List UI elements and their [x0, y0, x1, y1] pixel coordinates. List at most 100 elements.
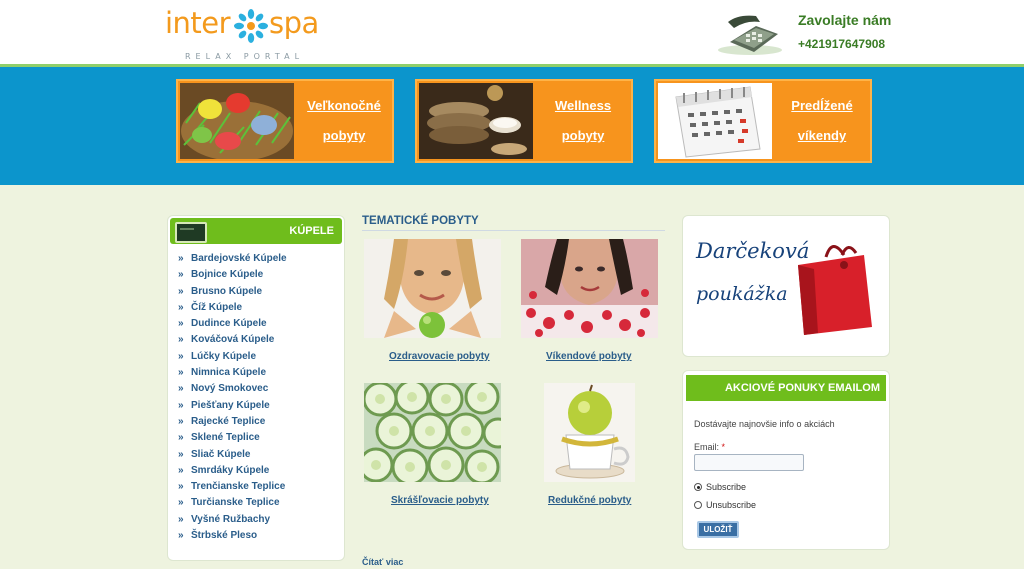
bullet-icon: » — [178, 383, 184, 395]
unsubscribe-option[interactable]: Unsubscribe — [694, 500, 756, 510]
spa-link-strbske-pleso[interactable]: » Štrbské Pleso — [178, 530, 338, 546]
promo-wellness-stays[interactable]: Wellness pobyty — [415, 79, 633, 163]
cucumber-slices-photo[interactable] — [364, 383, 501, 482]
spa-link-label: Nový Smokovec — [191, 383, 269, 395]
spa-link-vysne-ruzbachy[interactable]: » Vyšné Ružbachy — [178, 514, 338, 530]
thematic-stays-title: TEMATICKÉ POBYTY — [362, 215, 479, 227]
promo-easter-line2: pobyty — [322, 128, 366, 143]
spa-link-label: Trenčianske Teplice — [191, 481, 286, 493]
bullet-icon: » — [178, 269, 184, 281]
newsletter-info: Dostávajte najnovšie info o akciách — [694, 419, 835, 429]
logo-text-spa: spa — [269, 6, 319, 40]
spa-link-dudince[interactable]: » Dudince Kúpele — [178, 318, 338, 334]
promo-easter-stays[interactable]: Veľkonočné pobyty — [176, 79, 394, 163]
spa-link-label: Piešťany Kúpele — [191, 399, 270, 411]
newsletter-header: AKCIOVÉ PONUKY EMAILOM — [686, 375, 886, 401]
calendar-icon — [658, 83, 772, 159]
bullet-icon: » — [178, 448, 184, 460]
bullet-icon: » — [178, 530, 184, 542]
promo-easter-label[interactable]: Veľkonočné pobyty — [296, 81, 392, 161]
spa-link-label: Sklené Teplice — [191, 432, 260, 444]
bullet-icon: » — [178, 513, 184, 525]
subscribe-option[interactable]: Subscribe — [694, 482, 746, 492]
flower-icon — [234, 9, 268, 43]
chalkboard-icon — [175, 222, 207, 243]
email-label-text: Email: — [694, 442, 720, 452]
spa-link-nimnica[interactable]: » Nimnica Kúpele — [178, 367, 338, 383]
bullet-icon: » — [178, 432, 184, 444]
wellness-towels-icon — [419, 83, 533, 159]
gift-voucher-banner[interactable]: Darčeková poukážka — [694, 235, 878, 337]
spa-link-trencianske-teplice[interactable]: » Trenčianske Teplice — [178, 481, 338, 497]
bullet-icon: » — [178, 253, 184, 264]
spa-link-label: Kováčová Kúpele — [191, 334, 275, 346]
logo-text-inter: inter — [165, 6, 231, 40]
spa-link-label: Štrbské Pleso — [191, 530, 258, 542]
save-button[interactable]: ULOŽIŤ — [697, 521, 739, 538]
bullet-icon: » — [178, 334, 184, 346]
spa-link-bardejov[interactable]: » Bardejovské Kúpele — [178, 253, 338, 269]
weight-loss-stays-link[interactable]: Redukčné pobyty — [548, 495, 631, 506]
easter-eggs-icon — [180, 83, 294, 159]
promo-weekends-label[interactable]: Predĺžené víkendy — [774, 81, 870, 161]
spa-link-label: Lúčky Kúpele — [191, 350, 257, 362]
bullet-icon: » — [178, 318, 184, 330]
spa-link-smrdaky[interactable]: » Smrdáky Kúpele — [178, 465, 338, 481]
spa-link-novy-smokovec[interactable]: » Nový Smokovec — [178, 383, 338, 399]
spa-link-label: Dudince Kúpele — [191, 318, 267, 330]
email-field[interactable] — [694, 454, 804, 471]
beauty-stays-link[interactable]: Skrášľovacie pobyty — [391, 495, 489, 506]
spa-link-brusno[interactable]: » Brusno Kúpele — [178, 286, 338, 302]
bullet-icon: » — [178, 399, 184, 411]
thematic-divider — [362, 230, 665, 231]
read-more-link[interactable]: Čítať viac — [362, 557, 403, 567]
spa-link-ciz[interactable]: » Číž Kúpele — [178, 302, 338, 318]
spa-list: » Bardejovské Kúpele » Bojnice Kúpele » Bru… — [178, 253, 338, 546]
spa-link-rajecke-teplice[interactable]: » Rajecké Teplice — [178, 416, 338, 432]
bullet-icon: » — [178, 464, 184, 476]
required-mark: * — [721, 442, 726, 452]
woman-apple-photo[interactable] — [364, 239, 501, 338]
bullet-icon: » — [178, 367, 184, 379]
unsubscribe-label: Unsubscribe — [706, 500, 757, 510]
subscribe-radio[interactable] — [694, 483, 702, 491]
bullet-icon: » — [178, 285, 184, 297]
spa-link-label: Bardejovské Kúpele — [191, 253, 287, 264]
spa-link-sklene-teplice[interactable]: » Sklené Teplice — [178, 432, 338, 448]
bullet-icon: » — [178, 497, 184, 509]
spa-link-label: Brusno Kúpele — [191, 285, 263, 297]
spa-link-label: Bojnice Kúpele — [191, 269, 264, 281]
promo-long-weekends[interactable]: Predĺžené víkendy — [654, 79, 872, 163]
logo-tagline: RELAX PORTAL — [185, 52, 305, 61]
spa-link-lucky[interactable]: » Lúčky Kúpele — [178, 351, 338, 367]
email-label: Email: * — [694, 442, 725, 452]
promo-wellness-label[interactable]: Wellness pobyty — [535, 81, 631, 161]
spa-link-label: Rajecké Teplice — [191, 415, 266, 427]
healing-stays-link[interactable]: Ozdravovacie pobyty — [389, 351, 490, 362]
contact-title: Zavolajte nám — [798, 12, 892, 28]
spa-link-label: Sliač Kúpele — [191, 448, 251, 460]
woman-rose-bath-photo[interactable] — [521, 239, 658, 338]
spa-link-label: Turčianske Teplice — [191, 497, 280, 509]
bullet-icon: » — [178, 481, 184, 493]
promo-weekends-line1: Predĺžené — [791, 98, 853, 113]
subscribe-label: Subscribe — [706, 482, 747, 492]
spa-list-title: KÚPELE — [289, 225, 334, 237]
spa-link-sliac[interactable]: » Sliač Kúpele — [178, 449, 338, 465]
site-logo[interactable]: inter spa RELAX PORTAL — [165, 6, 325, 62]
unsubscribe-radio[interactable] — [694, 501, 702, 509]
spa-link-label: Číž Kúpele — [191, 301, 243, 313]
promo-wellness-line1: Wellness — [554, 98, 612, 113]
bullet-icon: » — [178, 350, 184, 362]
spa-list-header: KÚPELE — [170, 218, 342, 244]
spa-link-piestany[interactable]: » Piešťany Kúpele — [178, 400, 338, 416]
site-header: inter spa RELAX PORTAL Zavolajte nám +42… — [0, 0, 1024, 66]
spa-link-bojnice[interactable]: » Bojnice Kúpele — [178, 269, 338, 285]
weekend-stays-link[interactable]: Víkendové pobyty — [546, 351, 632, 362]
bullet-icon: » — [178, 301, 184, 313]
bullet-icon: » — [178, 415, 184, 427]
apple-measuring-tape-photo[interactable] — [544, 383, 635, 482]
promo-weekends-line2: víkendy — [797, 128, 847, 143]
spa-link-turcianske-teplice[interactable]: » Turčianske Teplice — [178, 497, 338, 513]
spa-link-kovacova[interactable]: » Kováčová Kúpele — [178, 334, 338, 350]
